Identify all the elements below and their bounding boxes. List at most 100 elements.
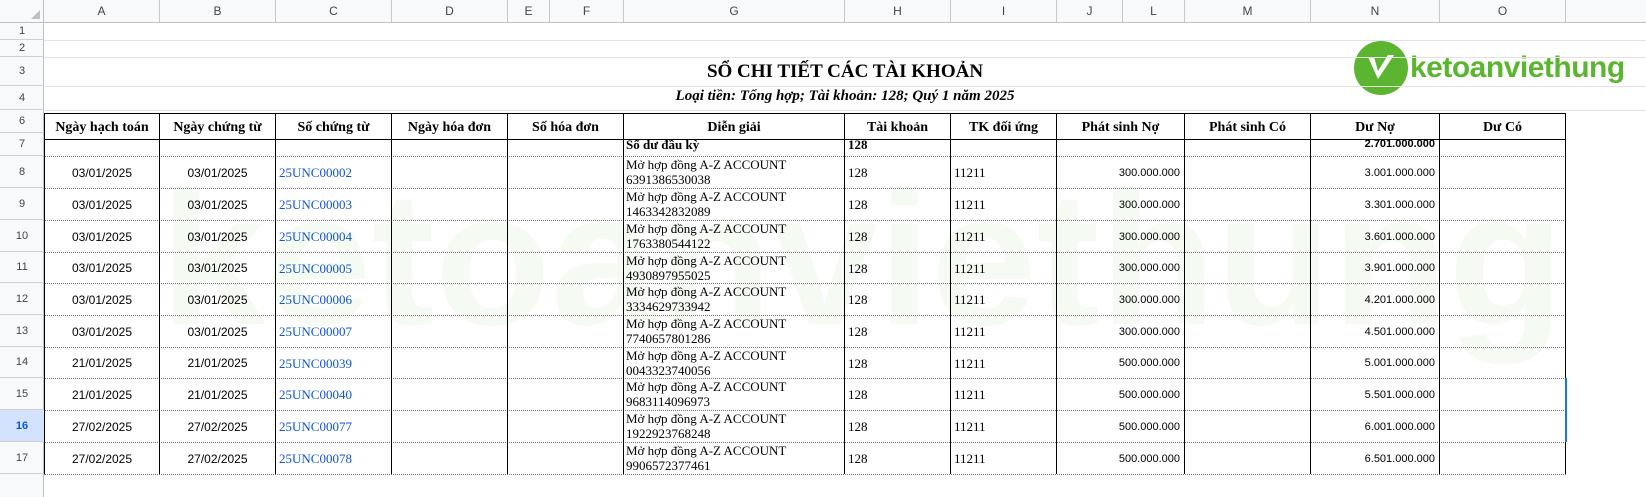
description-line-1: Mở hợp đồng A-Z ACCOUNT <box>626 157 787 172</box>
row-header-10[interactable]: 10 <box>0 220 44 252</box>
entry-voucher-link[interactable]: 25UNC00002 <box>276 156 392 188</box>
row-header-16[interactable]: 16 <box>0 410 44 442</box>
entry-account: 128 <box>845 252 951 283</box>
entry-account: 128 <box>845 347 951 378</box>
entry-balance-debit: 5.501.000.000 <box>1311 378 1440 410</box>
description-line-1: Mở hợp đồng A-Z ACCOUNT <box>626 379 787 394</box>
row-header-2[interactable]: 2 <box>0 40 44 57</box>
entry-description: Mở hợp đồng A-Z ACCOUNT 9906572377461 <box>624 442 845 474</box>
entry-account: 128 <box>845 378 951 410</box>
entry-contra-account: 11211 <box>951 188 1057 220</box>
row-header-9[interactable]: 9 <box>0 188 44 220</box>
entry-credit <box>1185 283 1311 315</box>
entry-contra-account: 11211 <box>951 252 1057 283</box>
column-header-g[interactable]: G <box>624 0 845 22</box>
opening-cell <box>392 133 508 156</box>
opening-cell <box>951 133 1057 156</box>
entry-voucher-date: 03/01/2025 <box>160 220 276 252</box>
entry-contra-account: 11211 <box>951 410 1057 442</box>
entry-invoice-date <box>392 378 508 410</box>
description-line-2: 7740657801286 <box>626 331 711 346</box>
entry-description: Mở hợp đồng A-Z ACCOUNT 3334629733942 <box>624 283 845 315</box>
column-header-n[interactable]: N <box>1311 0 1440 22</box>
entry-invoice-date <box>392 220 508 252</box>
entry-contra-account: 11211 <box>951 156 1057 188</box>
row-header-15[interactable]: 15 <box>0 378 44 410</box>
select-all-corner[interactable] <box>0 0 44 22</box>
entry-debit: 300.000.000 <box>1057 220 1185 252</box>
entry-voucher-date: 21/01/2025 <box>160 347 276 378</box>
description-line-1: Mở hợp đồng A-Z ACCOUNT <box>626 411 787 426</box>
sheet-gridline <box>44 40 1646 41</box>
entry-voucher-link[interactable]: 25UNC00078 <box>276 442 392 474</box>
entry-credit <box>1185 347 1311 378</box>
column-header-a[interactable]: A <box>44 0 160 22</box>
row-header-13[interactable]: 13 <box>0 315 44 347</box>
row-header-8[interactable]: 8 <box>0 156 44 188</box>
entry-voucher-date: 21/01/2025 <box>160 378 276 410</box>
entry-voucher-link[interactable]: 25UNC00039 <box>276 347 392 378</box>
entry-balance-debit: 3.301.000.000 <box>1311 188 1440 220</box>
entry-invoice-no <box>508 410 624 442</box>
entry-description: Mở hợp đồng A-Z ACCOUNT 7740657801286 <box>624 315 845 347</box>
row-header-7[interactable]: 7 <box>0 133 44 156</box>
brand-logo: ketoanviethung <box>1354 40 1625 96</box>
entry-voucher-link[interactable]: 25UNC00004 <box>276 220 392 252</box>
description-line-2: 4930897955025 <box>626 268 711 283</box>
entry-posting-date: 03/01/2025 <box>44 156 160 188</box>
entry-balance-credit <box>1440 220 1566 252</box>
entry-invoice-no <box>508 315 624 347</box>
column-header-j[interactable]: J <box>1057 0 1123 22</box>
entry-account: 128 <box>845 156 951 188</box>
column-header-m[interactable]: M <box>1185 0 1311 22</box>
entry-voucher-link[interactable]: 25UNC00007 <box>276 315 392 347</box>
entry-invoice-date <box>392 315 508 347</box>
column-header-o[interactable]: O <box>1440 0 1566 22</box>
entry-invoice-no <box>508 442 624 474</box>
row-header-17[interactable]: 17 <box>0 442 44 474</box>
entry-credit <box>1185 410 1311 442</box>
description-line-1: Mở hợp đồng A-Z ACCOUNT <box>626 316 787 331</box>
column-header-h[interactable]: H <box>845 0 951 22</box>
column-header-b[interactable]: B <box>160 0 276 22</box>
entry-balance-debit: 6.501.000.000 <box>1311 442 1440 474</box>
entry-voucher-date: 03/01/2025 <box>160 252 276 283</box>
entry-debit: 500.000.000 <box>1057 347 1185 378</box>
entry-voucher-date: 27/02/2025 <box>160 410 276 442</box>
entry-voucher-link[interactable]: 25UNC00040 <box>276 378 392 410</box>
column-header-c[interactable]: C <box>276 0 392 22</box>
column-header-f[interactable]: F <box>550 0 624 22</box>
entry-account: 128 <box>845 188 951 220</box>
row-header-11[interactable]: 11 <box>0 252 44 283</box>
column-header-bar: ABCDEFGHIJLMNO <box>0 0 1646 23</box>
entry-posting-date: 03/01/2025 <box>44 252 160 283</box>
column-header-e[interactable]: E <box>508 0 550 22</box>
description-line-1: Mở hợp đồng A-Z ACCOUNT <box>626 221 787 236</box>
entry-credit <box>1185 315 1311 347</box>
entry-voucher-link[interactable]: 25UNC00005 <box>276 252 392 283</box>
entry-debit: 500.000.000 <box>1057 442 1185 474</box>
opening-cell <box>508 133 624 156</box>
entry-voucher-link[interactable]: 25UNC00077 <box>276 410 392 442</box>
column-header-i[interactable]: I <box>951 0 1057 22</box>
entry-invoice-date <box>392 283 508 315</box>
row-header-6[interactable]: 6 <box>0 110 44 133</box>
description-line-2: 1463342832089 <box>626 204 711 219</box>
row-header-14[interactable]: 14 <box>0 347 44 378</box>
sheet-gridline <box>44 57 1646 58</box>
entry-invoice-date <box>392 188 508 220</box>
description-line-2: 9683114096973 <box>626 394 711 409</box>
column-header-l[interactable]: L <box>1123 0 1185 22</box>
entry-voucher-link[interactable]: 25UNC00006 <box>276 283 392 315</box>
sheet-gridline <box>44 110 1646 111</box>
row-header-1[interactable]: 1 <box>0 23 44 40</box>
entry-balance-debit: 4.201.000.000 <box>1311 283 1440 315</box>
entry-invoice-no <box>508 252 624 283</box>
row-header-12[interactable]: 12 <box>0 283 44 315</box>
entry-posting-date: 21/01/2025 <box>44 347 160 378</box>
entry-posting-date: 03/01/2025 <box>44 220 160 252</box>
entry-balance-debit: 5.001.000.000 <box>1311 347 1440 378</box>
entry-voucher-link[interactable]: 25UNC00003 <box>276 188 392 220</box>
opening-cell <box>1185 133 1311 156</box>
column-header-d[interactable]: D <box>392 0 508 22</box>
